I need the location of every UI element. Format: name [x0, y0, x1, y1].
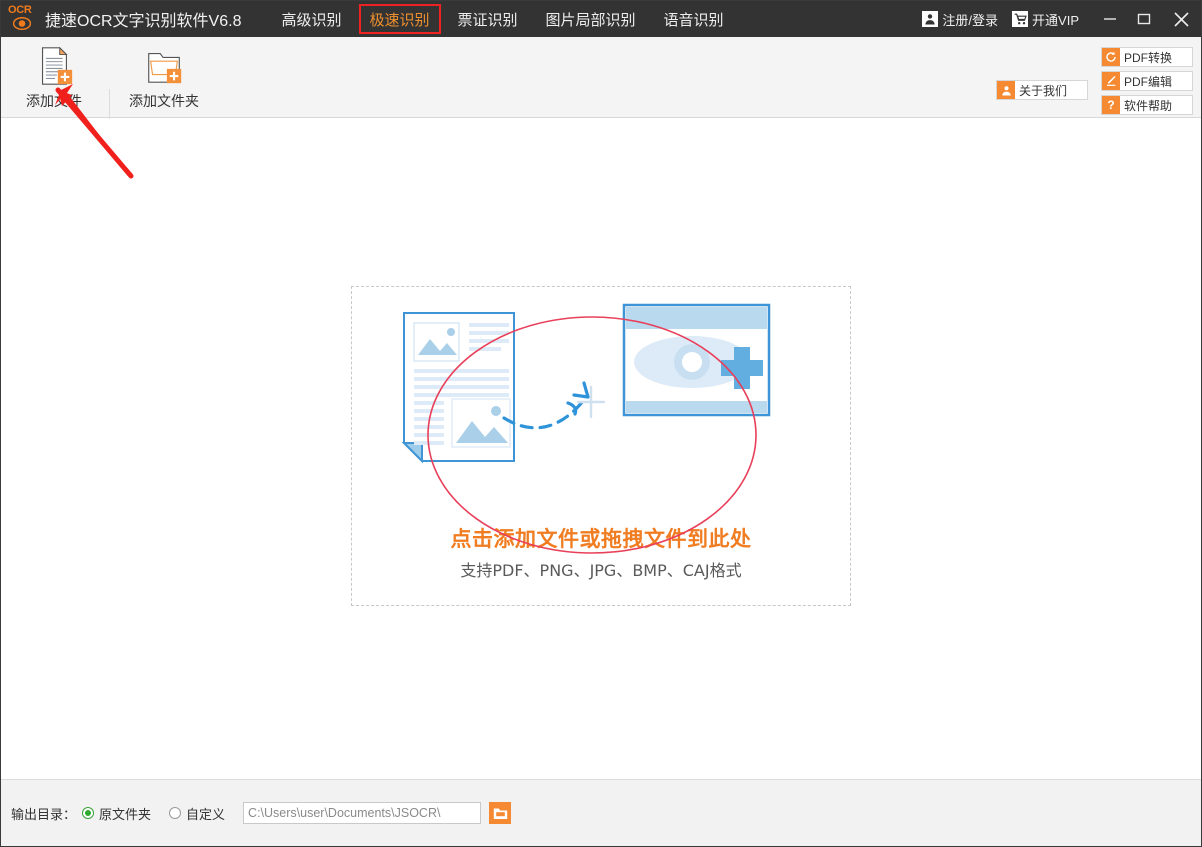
add-folder-icon: [140, 45, 188, 87]
cart-icon: [1012, 11, 1028, 27]
output-path-input[interactable]: [243, 802, 481, 824]
drag-arrow-icon: [504, 383, 588, 428]
main-menu: 高级识别 极速识别 票证识别 图片局部识别 语音识别: [267, 1, 737, 37]
app-logo: OCR: [5, 2, 39, 36]
open-vip-button[interactable]: 开通VIP: [1012, 10, 1079, 29]
output-directory-label: 输出目录：: [11, 804, 76, 823]
refresh-icon: [1102, 48, 1120, 66]
menu-item-invoice[interactable]: 票证识别: [444, 1, 532, 37]
app-title: 捷速OCR文字识别软件V6.8: [45, 7, 241, 31]
document-graphic: [404, 313, 514, 461]
radio-original-folder-label: 原文件夹: [99, 804, 151, 823]
software-help-label: 软件帮助: [1124, 97, 1172, 114]
add-folder-label: 添加文件夹: [129, 91, 199, 111]
dropzone-main-text: 点击添加文件或拖拽文件到此处: [352, 523, 850, 553]
about-us-button[interactable]: 关于我们: [996, 80, 1088, 100]
application-window: OCR 捷速OCR文字识别软件V6.8 高级识别 极速识别 票证识别 图片局部识…: [0, 0, 1202, 847]
about-us-label: 关于我们: [1019, 82, 1067, 99]
register-login-button[interactable]: 注册/登录: [922, 10, 998, 29]
document-to-viewer-illustration: [352, 287, 852, 532]
menu-item-partial-image[interactable]: 图片局部识别: [532, 1, 650, 37]
file-drop-zone[interactable]: 点击添加文件或拖拽文件到此处 支持PDF、PNG、JPG、BMP、CAJ格式: [351, 286, 851, 606]
radio-custom-folder[interactable]: 自定义: [169, 804, 225, 823]
folder-icon[interactable]: [489, 802, 511, 824]
minimize-icon[interactable]: [1093, 2, 1127, 36]
pdf-edit-label: PDF编辑: [1124, 73, 1172, 90]
software-help-button[interactable]: ? 软件帮助: [1101, 95, 1193, 115]
footer-bar: 输出目录： 原文件夹 自定义: [1, 779, 1201, 846]
question-icon: ?: [1102, 96, 1120, 114]
pdf-edit-button[interactable]: PDF编辑: [1101, 71, 1193, 91]
register-login-label: 注册/登录: [942, 10, 998, 29]
dropzone-sub-text: 支持PDF、PNG、JPG、BMP、CAJ格式: [352, 557, 850, 581]
title-bar-right: 注册/登录 开通VIP: [922, 1, 1201, 37]
maximize-icon[interactable]: [1127, 2, 1161, 36]
viewer-window-graphic: [624, 305, 769, 415]
radio-custom-folder-label: 自定义: [186, 804, 225, 823]
output-directory-row: 输出目录： 原文件夹 自定义: [11, 802, 511, 824]
radio-custom-folder-input[interactable]: [169, 807, 181, 819]
user-icon: [922, 11, 938, 27]
pdf-convert-button[interactable]: PDF转换: [1101, 47, 1193, 67]
main-canvas: 点击添加文件或拖拽文件到此处 支持PDF、PNG、JPG、BMP、CAJ格式: [1, 119, 1201, 779]
dropzone-text-block: 点击添加文件或拖拽文件到此处 支持PDF、PNG、JPG、BMP、CAJ格式: [352, 523, 850, 581]
add-file-button[interactable]: 添加文件: [1, 45, 107, 111]
pencil-icon: [1102, 72, 1120, 90]
eye-icon: [13, 17, 31, 30]
radio-original-folder[interactable]: 原文件夹: [82, 804, 151, 823]
toolbar: 添加文件 添加文件夹 关于我们: [1, 37, 1201, 118]
add-folder-button[interactable]: 添加文件夹: [111, 45, 217, 111]
close-icon[interactable]: [1161, 2, 1201, 36]
pdf-convert-label: PDF转换: [1124, 49, 1172, 66]
open-vip-label: 开通VIP: [1032, 10, 1079, 29]
radio-original-folder-input[interactable]: [82, 807, 94, 819]
menu-item-fast[interactable]: 极速识别: [356, 1, 444, 37]
add-file-label: 添加文件: [26, 91, 82, 111]
user-icon: [997, 81, 1015, 99]
title-bar: OCR 捷速OCR文字识别软件V6.8 高级识别 极速识别 票证识别 图片局部识…: [1, 1, 1201, 37]
menu-item-voice[interactable]: 语音识别: [650, 1, 738, 37]
menu-item-advanced[interactable]: 高级识别: [267, 1, 355, 37]
add-file-icon: [31, 45, 77, 87]
logo-text: OCR: [8, 4, 32, 16]
move-cursor-icon: [578, 387, 604, 417]
